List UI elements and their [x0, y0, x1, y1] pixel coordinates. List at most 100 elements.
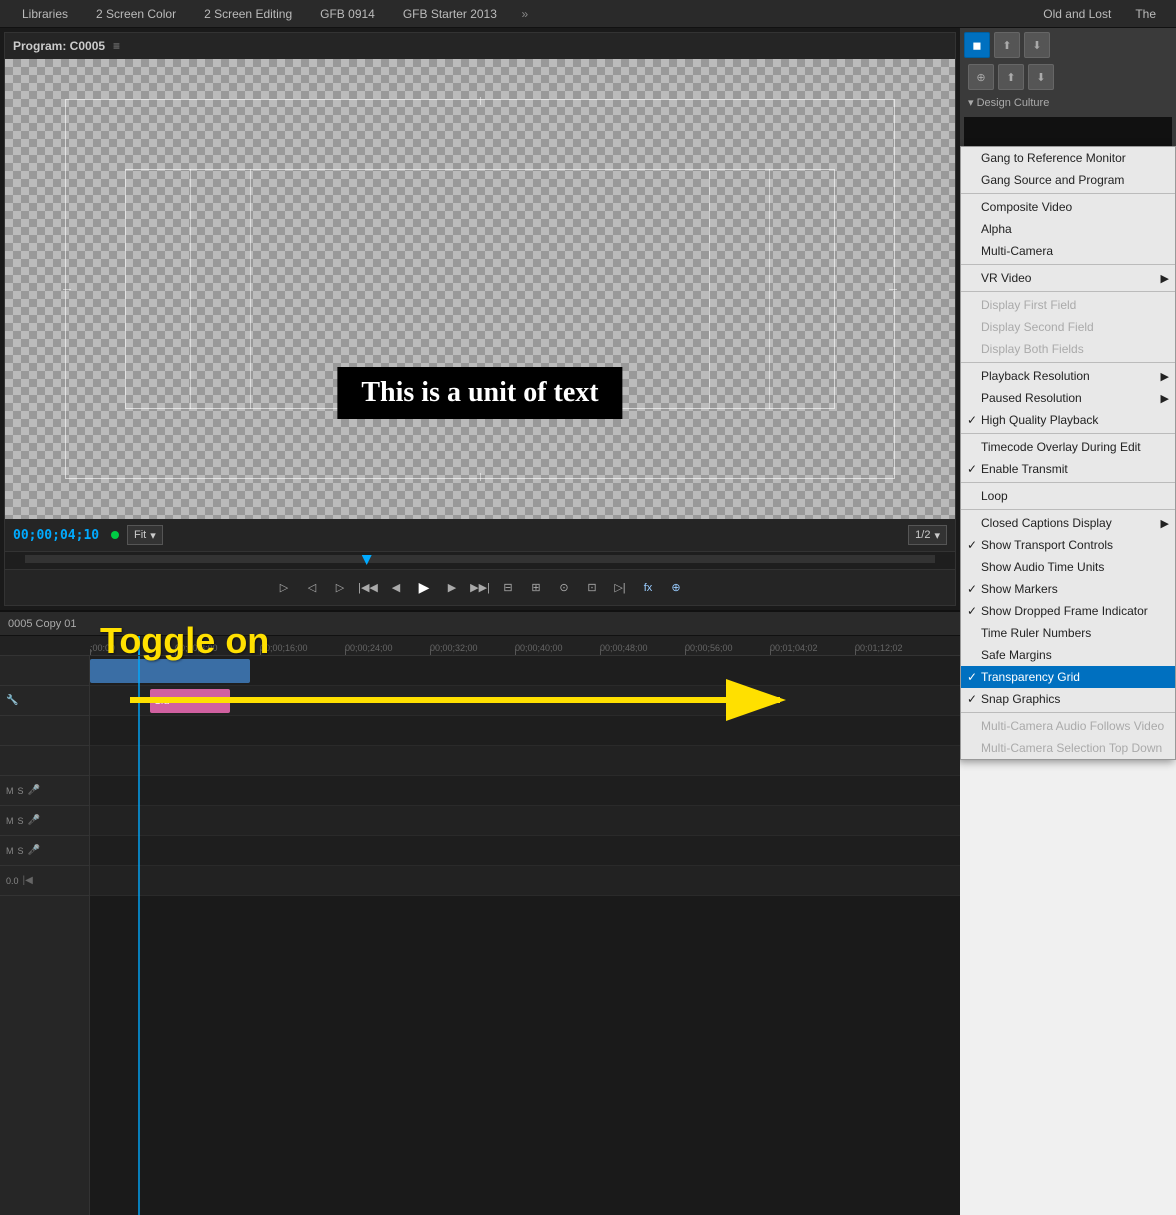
right-panel-row2: ⊕ ⬆ ⬇: [960, 62, 1176, 92]
scrubber-bar[interactable]: [5, 551, 955, 569]
submenu-arrow-2: ▶: [1161, 370, 1169, 383]
mark-point-btn[interactable]: ◁: [301, 577, 323, 599]
insert-btn[interactable]: ⊟: [497, 577, 519, 599]
mark-out-btn[interactable]: ▷: [329, 577, 351, 599]
tab-overflow-btn[interactable]: »: [511, 0, 539, 28]
video-text-overlay: This is a unit of text: [337, 367, 622, 419]
add-marker-btn[interactable]: ⊕: [665, 577, 687, 599]
tab-the[interactable]: The: [1123, 0, 1168, 28]
menu-item-loop[interactable]: Loop: [961, 485, 1175, 507]
back-one-frame-btn[interactable]: ◀: [385, 577, 407, 599]
panel-icon-3[interactable]: ⊕: [968, 64, 994, 90]
overwrite-btn[interactable]: ⊞: [525, 577, 547, 599]
menu-item-vr-video[interactable]: VR Video ▶: [961, 267, 1175, 289]
menu-item-label: Show Audio Time Units: [981, 560, 1104, 574]
panel-icon-blue[interactable]: ◼: [964, 32, 990, 58]
fit-dropdown[interactable]: Fit ▾: [127, 525, 163, 545]
menu-item-time-ruler[interactable]: Time Ruler Numbers: [961, 622, 1175, 644]
menu-item-safe-margins[interactable]: Safe Margins: [961, 644, 1175, 666]
trim-btn[interactable]: ⊡: [581, 577, 603, 599]
menu-item-transparency-grid[interactable]: ✓ Transparency Grid: [961, 666, 1175, 688]
menu-item-label: Display First Field: [981, 298, 1076, 312]
track-row-4: [90, 746, 960, 776]
tab-gfb-starter[interactable]: GFB Starter 2013: [389, 0, 511, 28]
submenu-arrow-4: ▶: [1161, 517, 1169, 530]
menu-item-label: Transparency Grid: [981, 670, 1080, 684]
menu-item-label: Gang to Reference Monitor: [981, 151, 1126, 165]
menu-item-display-second: Display Second Field: [961, 316, 1175, 338]
tab-2screen-editing[interactable]: 2 Screen Editing: [190, 0, 306, 28]
clip-block-pink[interactable]: Gra: [150, 689, 230, 713]
menu-separator-6: [961, 482, 1175, 483]
chevron-down-icon-ratio: ▾: [934, 529, 940, 542]
timecode-display[interactable]: 00;00;04;10: [13, 528, 103, 543]
menu-item-label: Display Second Field: [981, 320, 1094, 334]
menu-item-audio-time-units[interactable]: Show Audio Time Units: [961, 556, 1175, 578]
match-frame-btn[interactable]: ▷|: [609, 577, 631, 599]
menu-item-show-markers[interactable]: ✓ Show Markers: [961, 578, 1175, 600]
panel-icon-4[interactable]: ⬆: [998, 64, 1024, 90]
panel-icon-1[interactable]: ⬆: [994, 32, 1020, 58]
design-culture-dropdown[interactable]: ▾ Design Culture: [960, 92, 1176, 113]
menu-item-display-both: Display Both Fields: [961, 338, 1175, 360]
menu-separator-5: [961, 433, 1175, 434]
menu-item-paused-res[interactable]: Paused Resolution ▶: [961, 387, 1175, 409]
fx-btn[interactable]: fx: [637, 577, 659, 599]
menu-separator-1: [961, 193, 1175, 194]
tab-libraries[interactable]: Libraries: [8, 0, 82, 28]
menu-item-hq-playback[interactable]: ✓ High Quality Playback: [961, 409, 1175, 431]
menu-item-multicam[interactable]: Multi-Camera: [961, 240, 1175, 262]
play-stop-btn[interactable]: ▶: [413, 577, 435, 599]
mark-in-btn[interactable]: ▷: [273, 577, 295, 599]
timeline-ruler[interactable]: ;00:00 00;00;8;00 00;00;16;00 00;00;24;0…: [0, 636, 960, 656]
tab-gfb0914[interactable]: GFB 0914: [306, 0, 389, 28]
clip-block-blue[interactable]: [90, 659, 250, 683]
menu-item-display-first: Display First Field: [961, 294, 1175, 316]
track-row-a3: [90, 836, 960, 866]
menu-item-label: Multi-Camera Audio Follows Video: [981, 719, 1164, 733]
ratio-dropdown[interactable]: 1/2 ▾: [908, 525, 947, 545]
panel-icon-2[interactable]: ⬇: [1024, 32, 1050, 58]
playhead-column: [138, 656, 140, 1215]
menu-item-label: Gang Source and Program: [981, 173, 1124, 187]
monitor-title: Program: C0005: [13, 39, 105, 53]
menu-separator-8: [961, 712, 1175, 713]
menu-item-composite[interactable]: Composite Video: [961, 196, 1175, 218]
monitor-menu-icon[interactable]: ≡: [113, 39, 120, 53]
tab-bar: Libraries 2 Screen Color 2 Screen Editin…: [0, 0, 1176, 28]
step-forward-btn[interactable]: ▶▶|: [469, 577, 491, 599]
submenu-arrow-3: ▶: [1161, 392, 1169, 405]
playhead-marker: [362, 555, 372, 565]
safe-margin-right2: [709, 169, 710, 409]
panel-icon-5[interactable]: ⬇: [1028, 64, 1054, 90]
crosshair-bottom: [480, 473, 481, 481]
monitor-header: Program: C0005 ≡: [5, 33, 955, 59]
menu-item-transport-controls[interactable]: ✓ Show Transport Controls: [961, 534, 1175, 556]
menu-item-timecode-overlay[interactable]: Timecode Overlay During Edit: [961, 436, 1175, 458]
step-back-btn[interactable]: |◀◀: [357, 577, 379, 599]
menu-item-closed-captions[interactable]: Closed Captions Display ▶: [961, 512, 1175, 534]
crosshair-right: [889, 289, 897, 290]
menu-item-alpha[interactable]: Alpha: [961, 218, 1175, 240]
menu-item-enable-transmit[interactable]: ✓ Enable Transmit: [961, 458, 1175, 480]
menu-item-dropped-frame[interactable]: ✓ Show Dropped Frame Indicator: [961, 600, 1175, 622]
menu-item-label: Safe Margins: [981, 648, 1052, 662]
export-frame-btn[interactable]: ⊙: [553, 577, 575, 599]
forward-one-frame-btn[interactable]: ▶: [441, 577, 463, 599]
menu-item-gang-source[interactable]: Gang Source and Program: [961, 169, 1175, 191]
tab-old-and-lost[interactable]: Old and Lost: [1031, 0, 1123, 28]
menu-item-snap-graphics[interactable]: ✓ Snap Graphics: [961, 688, 1175, 710]
playhead-line: [138, 636, 140, 655]
menu-item-playback-res[interactable]: Playback Resolution ▶: [961, 365, 1175, 387]
submenu-arrow: ▶: [1161, 272, 1169, 285]
track-row-master: [90, 866, 960, 896]
track-content: Gra: [90, 656, 960, 1215]
menu-item-label: Paused Resolution: [981, 391, 1082, 405]
menu-item-gang-reference[interactable]: Gang to Reference Monitor: [961, 147, 1175, 169]
checkmark-icon-markers: ✓: [967, 582, 977, 596]
tab-2screen-color[interactable]: 2 Screen Color: [82, 0, 190, 28]
track-label-a3: M S 🎤: [0, 836, 89, 866]
menu-item-label: Time Ruler Numbers: [981, 626, 1091, 640]
crosshair-left: [63, 289, 71, 290]
safe-margin-left2: [250, 169, 251, 409]
